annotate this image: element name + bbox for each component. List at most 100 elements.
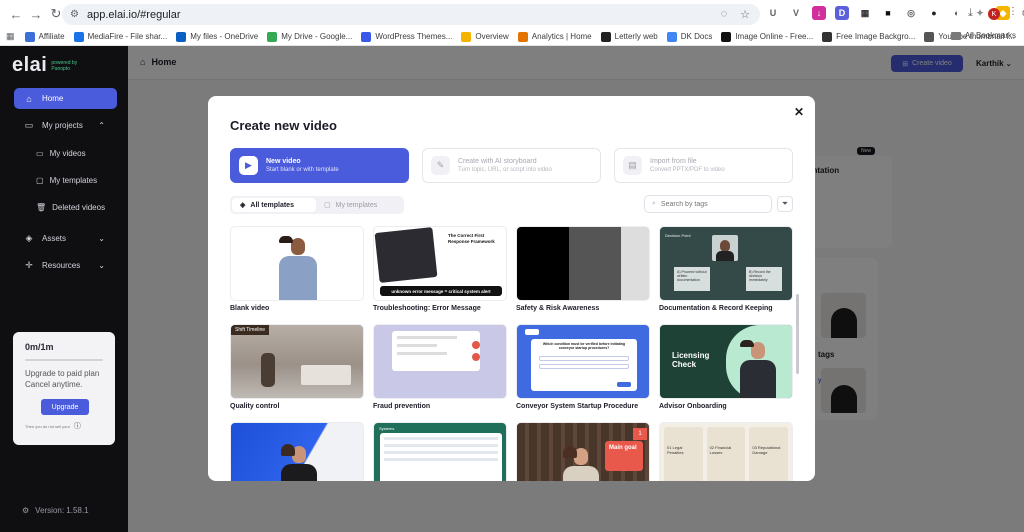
template-card-safety[interactable]: Safety & Risk Awareness bbox=[516, 226, 650, 312]
template-card-documentation[interactable]: Decision Point A) Proceed without writte… bbox=[659, 226, 793, 312]
plan-card: 0m/1m Upgrade to paid plan Cancel anytim… bbox=[13, 332, 115, 445]
browser-menu-icon[interactable]: ⋮ bbox=[1008, 6, 1018, 17]
bookmark-item[interactable]: Overview bbox=[461, 31, 509, 42]
bookmark-star-icon[interactable]: ☆ bbox=[738, 7, 752, 21]
extension-icon[interactable]: U bbox=[766, 6, 780, 20]
template-step: 01 Legal Penalties bbox=[664, 427, 703, 481]
template-thumbnail: Main goal 1 bbox=[516, 422, 650, 481]
extension-icon[interactable]: V bbox=[789, 6, 803, 20]
assets-icon: ◈ bbox=[25, 233, 33, 243]
template-headline: Which condition must be verified before … bbox=[542, 342, 626, 350]
info-icon[interactable]: ⓘ bbox=[74, 421, 81, 431]
extension-icon[interactable]: D bbox=[835, 6, 849, 20]
template-step: 02 Financial Losses bbox=[706, 427, 746, 481]
sidebar-item-my-templates[interactable]: ▢ My templates bbox=[36, 176, 97, 185]
extension-icon[interactable]: ◐ bbox=[950, 6, 964, 20]
chevron-down-icon: ⌄ bbox=[98, 261, 105, 270]
bookmark-item[interactable]: Letterly web bbox=[600, 31, 658, 42]
template-card-fraud-prevention[interactable]: Fraud prevention bbox=[373, 324, 507, 410]
template-card[interactable]: 01 Legal Penalties 02 Financial Losses 0… bbox=[659, 422, 793, 481]
tab-my-templates[interactable]: ▢ My templates bbox=[316, 198, 385, 212]
sidebar-item-deleted-videos[interactable]: 🗑 Deleted videos bbox=[36, 203, 105, 212]
template-icon: ▢ bbox=[324, 202, 331, 209]
close-icon[interactable]: ✕ bbox=[794, 105, 804, 119]
template-caption: unknown error message = critical system … bbox=[380, 286, 502, 296]
sidebar-item-label: My videos bbox=[49, 149, 86, 158]
back-icon[interactable]: ← bbox=[6, 4, 26, 24]
bookmark-label: Affiliate bbox=[38, 32, 65, 41]
forward-icon[interactable]: → bbox=[26, 4, 46, 24]
template-thumbnail: 01 Legal Penalties 02 Financial Losses 0… bbox=[659, 422, 793, 481]
extensions-bar: UV↓D▦■◎●◐✦◆⬡ bbox=[766, 6, 1024, 20]
chevron-down-icon: ⌄ bbox=[98, 234, 105, 243]
extension-icon[interactable]: ▦ bbox=[858, 6, 872, 20]
sidebar-item-resources[interactable]: ✛ Resources ⌄ bbox=[14, 255, 117, 276]
all-bookmarks[interactable]: All Bookmarks bbox=[950, 31, 1016, 40]
modal-scrollbar[interactable] bbox=[796, 294, 799, 374]
option-ai-storyboard[interactable]: ✎ Create with AI storyboard Turn topic, … bbox=[422, 148, 601, 183]
sidebar-item-home[interactable]: ⌂ Home bbox=[14, 88, 117, 109]
chevron-up-icon: ⌃ bbox=[98, 121, 105, 130]
template-card[interactable] bbox=[230, 422, 364, 481]
download-icon[interactable]: ⤓ bbox=[968, 7, 973, 20]
search-input[interactable] bbox=[660, 200, 761, 208]
eye-off-icon[interactable]: ◌ bbox=[717, 7, 731, 21]
bookmark-item[interactable]: My files - OneDrive bbox=[176, 31, 258, 42]
bookmark-label: Letterly web bbox=[614, 32, 658, 41]
extension-icon[interactable]: ◎ bbox=[904, 6, 918, 20]
extension-icon[interactable]: ✦ bbox=[973, 6, 987, 20]
template-thumbnail bbox=[516, 226, 650, 301]
bookmark-item[interactable]: WordPress Themes... bbox=[361, 31, 452, 42]
bookmark-label: Overview bbox=[475, 32, 509, 41]
template-headline: Main goal bbox=[605, 441, 643, 471]
sidebar: elai powered by Panopto ⌂ Home ▭ My proj… bbox=[0, 46, 128, 532]
search-field[interactable]: ⌕ bbox=[644, 195, 772, 213]
folder-icon bbox=[950, 31, 961, 40]
bookmark-item[interactable]: DK Docs bbox=[666, 31, 712, 42]
template-card-troubleshooting[interactable]: The Correct First Response Framework unk… bbox=[373, 226, 507, 312]
filter-icon[interactable]: ⏷ bbox=[777, 196, 793, 212]
template-card[interactable]: Main goal 1 bbox=[516, 422, 650, 481]
elai-logo[interactable]: elai powered by Panopto bbox=[12, 54, 77, 77]
template-tag: Decision Point bbox=[665, 233, 691, 238]
bookmark-list: Affiliate MediaFire - File shar... My file… bbox=[24, 31, 1024, 42]
template-card[interactable]: Systems bbox=[373, 422, 507, 481]
logo-word: elai bbox=[12, 54, 48, 76]
bookmark-item[interactable]: Free Image Backgro... bbox=[822, 31, 915, 42]
home-icon: ⌂ bbox=[26, 93, 32, 104]
template-thumbnail: Systems bbox=[373, 422, 507, 481]
option-subtitle: Start blank or with template bbox=[266, 167, 339, 173]
tab-all-templates[interactable]: ◈ All templates bbox=[232, 198, 316, 212]
sidebar-item-my-projects[interactable]: ▭ My projects ⌃ bbox=[14, 115, 117, 136]
template-label: Troubleshooting: Error Message bbox=[373, 305, 481, 312]
extension-icon[interactable]: ● bbox=[927, 6, 941, 20]
option-import-file[interactable]: ▤ Import from file Convert PPTX/PDF to v… bbox=[614, 148, 793, 183]
bookmark-item[interactable]: My Drive - Google... bbox=[267, 31, 352, 42]
bookmark-item[interactable]: Analytics | Home bbox=[517, 31, 592, 42]
version: ⚙ Version: 1.58.1 bbox=[22, 506, 89, 515]
apps-grid-icon[interactable]: ▦ bbox=[6, 31, 15, 42]
template-card-advisor-onboarding[interactable]: Licensing Check Advisor Onboarding bbox=[659, 324, 793, 410]
bookmark-item[interactable]: MediaFire - File shar... bbox=[73, 31, 167, 42]
address-bar[interactable]: ⚙ app.elai.io/#regular ◌ ☆ bbox=[62, 4, 760, 25]
extension-icon[interactable]: ↓ bbox=[812, 6, 826, 20]
magic-wand-icon: ✎ bbox=[431, 156, 450, 175]
extension-icon[interactable]: ■ bbox=[881, 6, 895, 20]
template-card-quality-control[interactable]: Shift Timeline Quality control bbox=[230, 324, 364, 410]
settings-gear-icon[interactable]: ⚙ bbox=[22, 506, 29, 515]
bookmark-item[interactable]: Image Online - Free... bbox=[721, 31, 813, 42]
avatar-presenter bbox=[563, 446, 599, 481]
extension-icon[interactable]: ⬡ bbox=[1019, 6, 1024, 20]
option-new-video[interactable]: ▶ New video Start blank or with template bbox=[230, 148, 409, 183]
sidebar-item-assets[interactable]: ◈ Assets ⌄ bbox=[14, 228, 117, 249]
profile-avatar[interactable]: K bbox=[988, 8, 1000, 20]
site-settings-icon[interactable]: ⚙ bbox=[70, 9, 79, 20]
url-text: app.elai.io/#regular bbox=[86, 8, 181, 21]
template-card-blank-video[interactable]: Blank video bbox=[230, 226, 364, 312]
bookmark-item[interactable]: Affiliate bbox=[24, 31, 65, 42]
upgrade-button[interactable]: Upgrade bbox=[41, 399, 89, 415]
bookmark-favicon-icon bbox=[517, 31, 528, 42]
template-icon: ▢ bbox=[36, 176, 44, 185]
template-card-conveyor[interactable]: Which condition must be verified before … bbox=[516, 324, 650, 410]
sidebar-item-my-videos[interactable]: ▭ My videos bbox=[36, 149, 86, 158]
